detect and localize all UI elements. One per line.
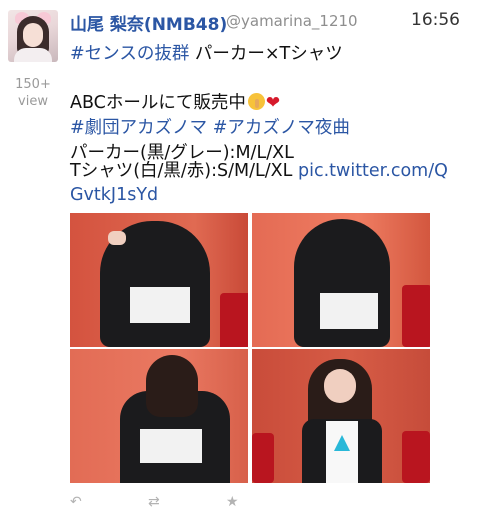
tweet-line-5: Tシャツ(白/黒/赤):S/M/L/XL pic.twitter.com/Q (70, 159, 470, 184)
view-count-label: view (18, 94, 48, 109)
media-link[interactable]: GvtkJ1sYd (70, 185, 158, 205)
user-handle[interactable]: @yamarina_1210 (226, 12, 358, 30)
tweet-line-2: ABCホールにて販売中 ❤ (70, 91, 470, 116)
photo-hoodie-back-hair-down[interactable] (70, 349, 248, 483)
tweet-line-3: #劇団アカズノマ #アカズノマ夜曲 (70, 116, 470, 141)
retweet-icon[interactable]: ⇄ (148, 495, 164, 509)
red-heart-emoji: ❤ (265, 93, 281, 113)
tweet-line-6: GvtkJ1sYd (70, 183, 470, 208)
tweet-time: 16:56 (411, 10, 460, 30)
tshirt-white (326, 421, 358, 483)
tweet-header: 山尾 梨奈(NMB48) @yamarina_1210 16:56 (70, 10, 470, 35)
photo-tshirt-front[interactable] (252, 349, 430, 483)
view-count: 150+ view (0, 76, 66, 110)
view-count-number: 150+ (15, 77, 51, 92)
avatar[interactable] (8, 10, 58, 62)
photo-grid (70, 213, 430, 483)
tweet-text: ABCホールにて販売中 (70, 93, 246, 113)
tshirt-print (334, 435, 350, 451)
avatar-face (23, 23, 43, 47)
favorite-icon[interactable]: ★ (226, 495, 242, 509)
tweet-actions: ↶ ⇄ ★ (70, 492, 470, 509)
photo-hoodie-back-hood-up[interactable] (70, 213, 248, 347)
hashtag-link[interactable]: #センスの抜群 (70, 44, 189, 64)
photo-hoodie-back-hood-up-2[interactable] (252, 213, 430, 347)
shushing-face-emoji (247, 93, 265, 110)
reply-icon[interactable]: ↶ (70, 495, 86, 509)
display-name[interactable]: 山尾 梨奈(NMB48) (70, 10, 227, 35)
tweet-text: パーカー×Tシャツ (189, 44, 343, 64)
tweet-text: Tシャツ(白/黒/赤):S/M/L/XL (70, 161, 293, 181)
hashtag-link[interactable]: #アカズノマ夜曲 (213, 118, 350, 138)
media-link[interactable]: pic.twitter.com/Q (298, 161, 448, 181)
avatar-body (14, 48, 52, 62)
tweet-line-1: #センスの抜群 パーカー×Tシャツ (70, 42, 470, 67)
hashtag-link[interactable]: #劇団アカズノマ (70, 118, 207, 138)
